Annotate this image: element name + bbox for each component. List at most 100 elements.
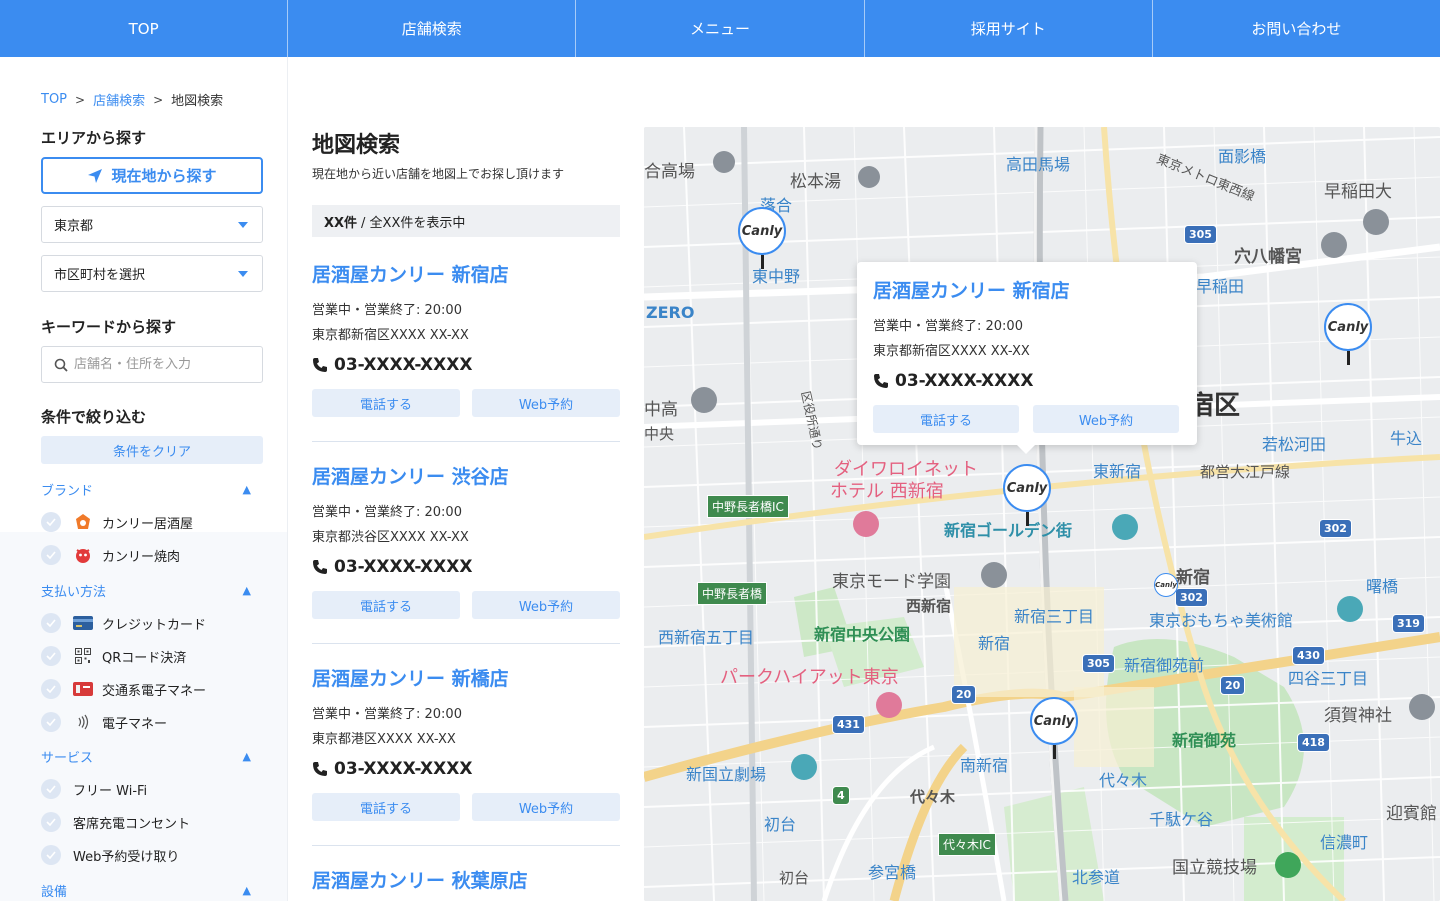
popup-web-reserve-button[interactable]: Web予約 — [1033, 405, 1179, 433]
filter-option[interactable]: 交通系電子マネー — [41, 678, 206, 700]
store-status: 営業中・営業終了: 20:00 — [312, 303, 462, 318]
phone-icon — [874, 374, 888, 388]
route-shield: 20 — [1220, 676, 1246, 695]
result-count-bar: XX件 / 全XX件を表示中 — [312, 205, 620, 237]
route-shield: 302 — [1175, 588, 1208, 607]
popup-store-phone: 03-XXXX-XXXX — [873, 371, 1181, 391]
top-navigation: TOP 店舗検索 メニュー 採用サイト お問い合わせ — [0, 0, 1440, 57]
filter-option-label: QRコード決済 — [102, 650, 187, 666]
store-phone-number: 03-XXXX-XXXX — [334, 557, 473, 577]
map-label: 穴八幡宮 — [1234, 247, 1302, 267]
map-label: 四谷三丁目 — [1288, 669, 1369, 688]
web-reserve-button[interactable]: Web予約 — [472, 389, 620, 417]
store-name-link[interactable]: 居酒屋カンリー 新橋店 — [312, 664, 620, 691]
store-address: 東京都港区XXXX XX-XX — [312, 732, 456, 747]
credit-card-icon — [73, 614, 93, 632]
map-label: 高田馬場 — [1006, 155, 1071, 174]
canly-pin-logo: Canly — [738, 207, 786, 255]
store-list-panel: 地図検索 現在地から近い店舗を地図上でお探し頂けます XX件 / 全XX件を表示… — [288, 57, 644, 901]
filter-option[interactable]: フリー Wi-Fi — [41, 778, 147, 800]
filter-option-label: 客席充電コンセント — [73, 816, 191, 832]
check-icon — [41, 646, 61, 666]
filter-group-label: ブランド — [41, 484, 94, 499]
sidebar: TOP > 店舗検索 > 地図検索 エリアから探す 現在地から探す 東京都 市区… — [0, 57, 288, 901]
map-label: 都営大江戸線 — [1200, 463, 1291, 481]
city-select[interactable]: 市区町村を選択 — [41, 255, 263, 292]
store-map-pin[interactable]: Canly — [738, 207, 786, 269]
prefecture-select-value: 東京都 — [54, 219, 94, 234]
web-reserve-button[interactable]: Web予約 — [472, 793, 620, 821]
nav-recruit[interactable]: 採用サイト — [865, 0, 1153, 57]
call-button[interactable]: 電話する — [312, 389, 460, 417]
pin-stem — [1346, 351, 1350, 365]
breadcrumb-store-search[interactable]: 店舗検索 — [93, 90, 145, 109]
store-name-link[interactable]: 居酒屋カンリー 新宿店 — [312, 260, 620, 287]
filter-group-equipment[interactable]: 設備 ▲ — [41, 881, 251, 900]
filter-group-brand[interactable]: ブランド ▲ — [41, 480, 251, 499]
map-label: 迎賓館 — [1386, 804, 1437, 824]
map-label: 参宮橋 — [868, 863, 917, 882]
breadcrumb-top[interactable]: TOP — [41, 92, 67, 107]
check-icon — [41, 512, 61, 532]
check-icon — [41, 679, 61, 699]
call-button[interactable]: 電話する — [312, 793, 460, 821]
filter-option[interactable]: Web予約受け取り — [41, 844, 179, 866]
filter-group-payment[interactable]: 支払い方法 ▲ — [41, 581, 251, 600]
filter-option-label: Web予約受け取り — [73, 849, 180, 865]
store-phone: 03-XXXX-XXXX — [312, 759, 620, 779]
result-count-total: / 全XX件を表示中 — [361, 215, 466, 231]
prefecture-select[interactable]: 東京都 — [41, 206, 263, 243]
map[interactable]: 合高場 高田馬場 松本湯 落合 東中野 ZERO 面影橋 早稲田大 穴八幡宮 早… — [644, 127, 1440, 901]
map-label: 東京おもちゃ美術館 — [1149, 611, 1294, 630]
route-shield: 305 — [1184, 225, 1217, 244]
city-select-value: 市区町村を選択 — [54, 268, 146, 283]
map-label: 新宿三丁目 — [1014, 607, 1095, 626]
check-icon — [41, 545, 61, 565]
call-button[interactable]: 電話する — [312, 591, 460, 619]
search-icon — [54, 358, 68, 372]
brand-yakiniku-logo-icon — [73, 546, 93, 564]
chevron-up-icon: ▲ — [242, 584, 251, 597]
route-shield: 4 — [832, 786, 850, 805]
store-map-pin[interactable]: Canly — [1030, 697, 1078, 759]
keyword-search-field[interactable] — [41, 346, 263, 383]
popup-store-name-link[interactable]: 居酒屋カンリー 新宿店 — [873, 276, 1181, 303]
nav-store-search[interactable]: 店舗検索 — [288, 0, 577, 57]
filter-group-service[interactable]: サービス ▲ — [41, 747, 251, 766]
store-name-link[interactable]: 居酒屋カンリー 渋谷店 — [312, 462, 620, 489]
locate-button[interactable]: 現在地から探す — [41, 157, 263, 194]
clear-filters-button[interactable]: 条件をクリア — [41, 436, 263, 464]
route-shield: 305 — [1082, 654, 1115, 673]
popup-store-address: 東京都新宿区XXXX XX-XX — [873, 344, 1030, 359]
store-address: 東京都渋谷区XXXX XX-XX — [312, 530, 469, 545]
map-label: 信濃町 — [1320, 833, 1369, 852]
check-icon — [41, 779, 61, 799]
map-label: 北参道 — [1072, 868, 1121, 887]
map-label: 早稲田 — [1196, 277, 1245, 296]
store-map-pin[interactable]: Canly — [1324, 303, 1372, 365]
keyword-search-input[interactable] — [74, 357, 244, 372]
nav-contact[interactable]: お問い合わせ — [1153, 0, 1440, 57]
filter-option[interactable]: クレジットカード — [41, 612, 206, 634]
store-map-pin-small[interactable]: Canly — [1154, 573, 1178, 597]
map-label: 新国立劇場 — [686, 765, 767, 784]
filter-option[interactable]: カンリー居酒屋 — [41, 511, 193, 533]
nav-menu[interactable]: メニュー — [576, 0, 865, 57]
nav-top[interactable]: TOP — [0, 0, 289, 57]
keyword-search-title: キーワードから探す — [41, 318, 177, 336]
store-name-link[interactable]: 居酒屋カンリー 秋葉原店 — [312, 866, 620, 893]
popup-call-button[interactable]: 電話する — [873, 405, 1019, 433]
breadcrumb-separator: > — [153, 92, 164, 107]
store-map-pin-selected[interactable]: Canly — [1003, 464, 1051, 526]
map-label: 中央 — [644, 425, 675, 443]
filter-option-label: フリー Wi-Fi — [73, 783, 148, 799]
web-reserve-button[interactable]: Web予約 — [472, 591, 620, 619]
filter-option[interactable]: 電子マネー — [41, 711, 167, 733]
area-search-title: エリアから探す — [41, 129, 147, 147]
filter-option[interactable]: QRコード決済 — [41, 645, 186, 667]
map-label: 東新宿 — [1093, 462, 1142, 481]
check-icon — [41, 712, 61, 732]
filter-option[interactable]: 客席充電コンセント — [41, 811, 190, 833]
filter-option[interactable]: カンリー焼肉 — [41, 544, 180, 566]
qr-code-icon — [73, 647, 93, 665]
